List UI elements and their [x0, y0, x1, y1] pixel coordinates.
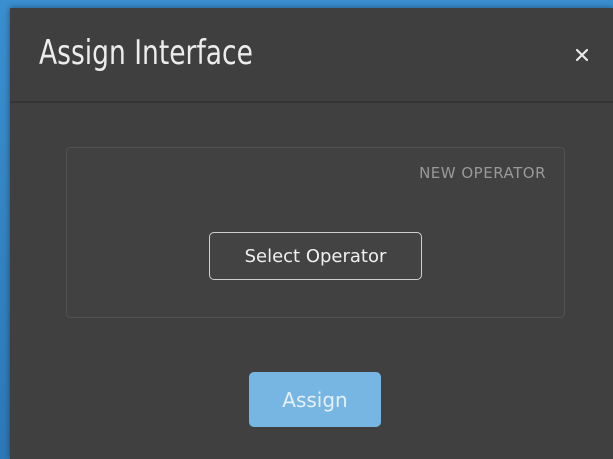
panel-label: NEW OPERATOR [419, 164, 546, 182]
assign-interface-dialog: Assign Interface NEW OPERATOR Select Ope… [10, 8, 613, 459]
new-operator-panel: NEW OPERATOR Select Operator [66, 147, 565, 318]
close-button[interactable] [568, 41, 596, 69]
close-icon [568, 41, 596, 69]
assign-button[interactable]: Assign [249, 372, 381, 427]
dialog-header: Assign Interface [10, 8, 613, 103]
dialog-title: Assign Interface [39, 33, 253, 73]
select-operator-button[interactable]: Select Operator [209, 232, 422, 280]
